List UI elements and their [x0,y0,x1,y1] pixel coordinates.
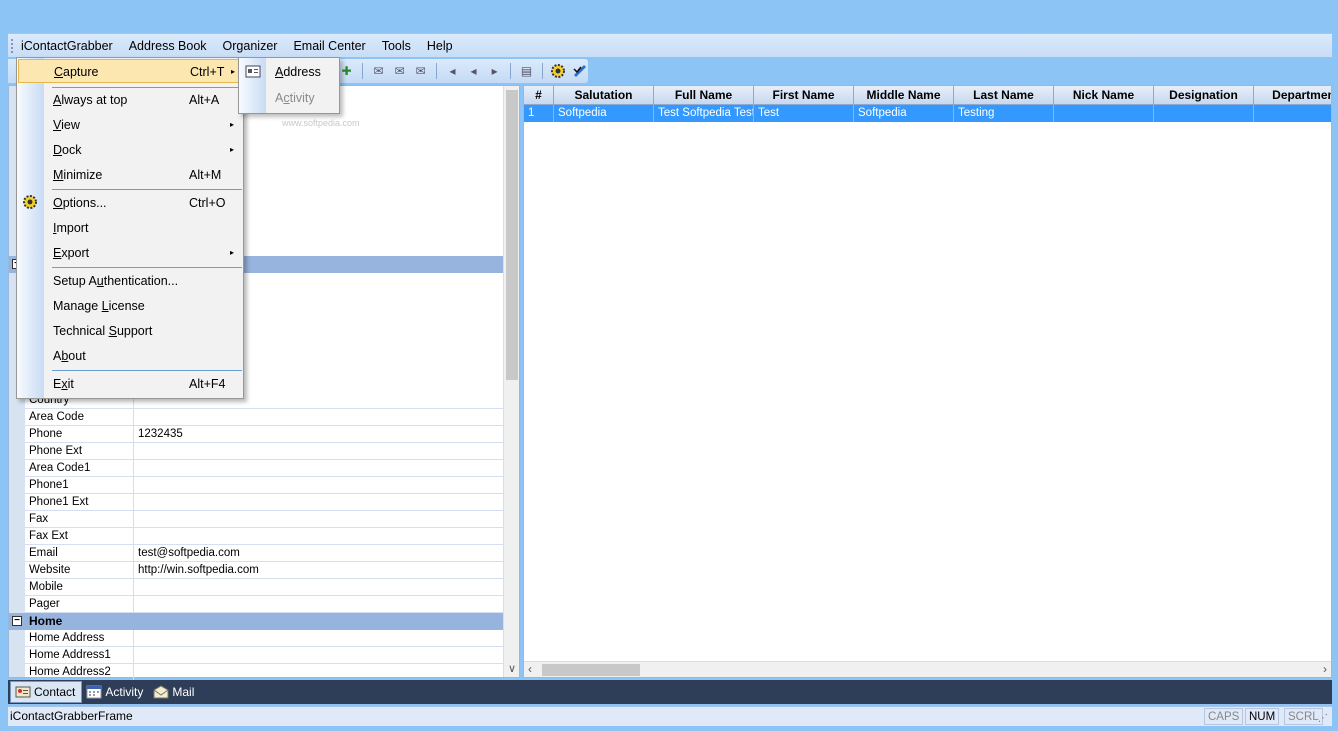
column-header-full-name[interactable]: Full Name [654,86,754,105]
status-bar: iContactGrabberFrame CAPS NUM SCRL ⋰ [8,706,1332,726]
toolbar-gear-icon[interactable] [550,62,567,81]
table-row[interactable]: Fax Ext [25,528,505,545]
toolbar-separator [510,63,511,79]
address-card-icon [245,64,261,79]
tab-mail[interactable]: Mail [149,681,200,703]
scrollbar-thumb[interactable] [506,90,518,380]
left-vertical-scrollbar[interactable]: ∨ [503,86,519,677]
scroll-down-icon[interactable]: ∨ [504,662,520,675]
column-header-nick-name[interactable]: Nick Name [1054,86,1154,105]
menu-item-options[interactable]: Options... Ctrl+O [18,191,242,215]
table-row[interactable]: Mobile [25,579,505,596]
submenu-arrow-icon: ▸ [231,67,236,76]
toolbar-separator [542,63,543,79]
scroll-right-icon[interactable]: › [1323,662,1327,677]
menu-item-about[interactable]: About [18,344,242,368]
table-row[interactable]: Home Address1 [25,647,505,664]
toolbar-mail-send-icon[interactable]: ✉ [391,62,408,81]
menu-separator [52,267,242,268]
table-row[interactable]: Pager [25,596,505,613]
contacts-table: # Salutation Full Name First Name Middle… [523,85,1332,678]
toolbar-separator [362,63,363,79]
menu-item-import[interactable]: Import [18,216,242,240]
column-header-first-name[interactable]: First Name [754,86,854,105]
column-header-middle-name[interactable]: Middle Name [854,86,954,105]
menu-item-exit[interactable]: Exit Alt+F4 [18,372,242,396]
column-header-last-name[interactable]: Last Name [954,86,1054,105]
menu-item-capture[interactable]: Capture Ctrl+T ▸ [18,59,242,83]
status-text: iContactGrabberFrame [10,709,133,723]
table-row[interactable]: Home Address [25,630,505,647]
menubar-grip[interactable] [11,37,13,54]
toolbar-green-icon[interactable]: ✚ [338,62,355,81]
menu-icontactgrabber[interactable]: iContactGrabber [21,39,121,53]
table-row[interactable]: Phone 1232435 [25,426,505,443]
menu-email-center[interactable]: Email Center [293,39,373,53]
tab-contact[interactable]: Contact [10,681,83,703]
bottom-tab-bar: Contact Activity Mail [8,680,1332,704]
table-row[interactable]: 1 Softpedia Test Softpedia Testi Test So… [524,105,1331,122]
collapse-icon[interactable]: − [12,616,22,626]
menu-item-manage-license[interactable]: Manage License [18,294,242,318]
table-row[interactable]: Phone Ext [25,443,505,460]
contact-card-icon [15,685,31,699]
column-header-salutation[interactable]: Salutation [554,86,654,105]
toolbar-mail-icon[interactable]: ✉ [370,62,387,81]
column-header-designation[interactable]: Designation [1154,86,1254,105]
submenu-arrow-icon: ▸ [230,120,235,129]
menu-separator [52,370,242,371]
scrollbar-thumb[interactable] [542,664,640,676]
menu-item-view[interactable]: View ▸ [18,113,242,137]
menu-help[interactable]: Help [427,39,461,53]
toolbar-reply-icon[interactable]: ◂ [444,62,461,81]
num-indicator: NUM [1245,708,1280,725]
tab-activity[interactable]: Activity [82,681,149,703]
table-row[interactable]: Website http://win.softpedia.com [25,562,505,579]
table-row[interactable]: Fax [25,511,505,528]
calendar-icon [86,685,102,699]
menu-item-export[interactable]: Export ▸ [18,241,242,265]
submenu-arrow-icon: ▸ [230,248,235,257]
toolbar-edit-icon[interactable] [571,62,588,81]
submenu-item-address[interactable]: Address [275,65,321,79]
submenu-item-activity[interactable]: Activity [275,91,315,105]
menu-item-dock[interactable]: Dock ▸ [18,138,242,162]
table-row[interactable]: Area Code1 [25,460,505,477]
horizontal-scrollbar[interactable]: ‹ › [524,661,1331,677]
watermark: www.softpedia.com [282,118,360,128]
toolbar-reply-all-icon[interactable]: ◂ [465,62,482,81]
mail-icon [153,685,169,699]
scrl-indicator: SCRL [1284,708,1323,725]
grid-category-home[interactable]: − Home [9,613,505,630]
menu-item-setup-authentication[interactable]: Setup Authentication... [18,269,242,293]
table-row[interactable]: Phone1 Ext [25,494,505,511]
column-header-department[interactable]: Departmen [1254,86,1331,105]
toolbar-forward-icon[interactable]: ▸ [486,62,503,81]
icontactgrabber-menu: Capture Ctrl+T ▸ Always at top Alt+A Vie… [16,57,244,399]
menu-separator [52,189,242,190]
menubar: iContactGrabber Address Book Organizer E… [8,33,1332,57]
menu-organizer[interactable]: Organizer [223,39,286,53]
table-row[interactable]: Area Code [25,409,505,426]
caps-indicator: CAPS [1204,708,1244,725]
table-row[interactable]: Home Address2 [25,664,505,681]
app-window: iContactGrabber Address Book Organizer E… [0,0,1338,731]
toolbar-separator [436,63,437,79]
menu-tools[interactable]: Tools [382,39,419,53]
resize-grip-icon[interactable]: ⋰ [1318,709,1328,728]
table-header: # Salutation Full Name First Name Middle… [524,86,1331,105]
toolbar-print-icon[interactable]: ▤ [518,62,535,81]
menu-item-always-on-top[interactable]: Always at top Alt+A [18,88,242,112]
menu-address-book[interactable]: Address Book [129,39,215,53]
menu-item-technical-support[interactable]: Technical Support [18,319,242,343]
scroll-left-icon[interactable]: ‹ [528,662,532,677]
toolbar-mail-delete-icon[interactable]: ✉ [412,62,429,81]
column-header-number[interactable]: # [524,86,554,105]
submenu-arrow-icon: ▸ [230,145,235,154]
capture-submenu: Address Activity [238,57,340,114]
table-row[interactable]: Email test@softpedia.com [25,545,505,562]
menu-item-minimize[interactable]: Minimize Alt+M [18,163,242,187]
table-row[interactable]: Phone1 [25,477,505,494]
